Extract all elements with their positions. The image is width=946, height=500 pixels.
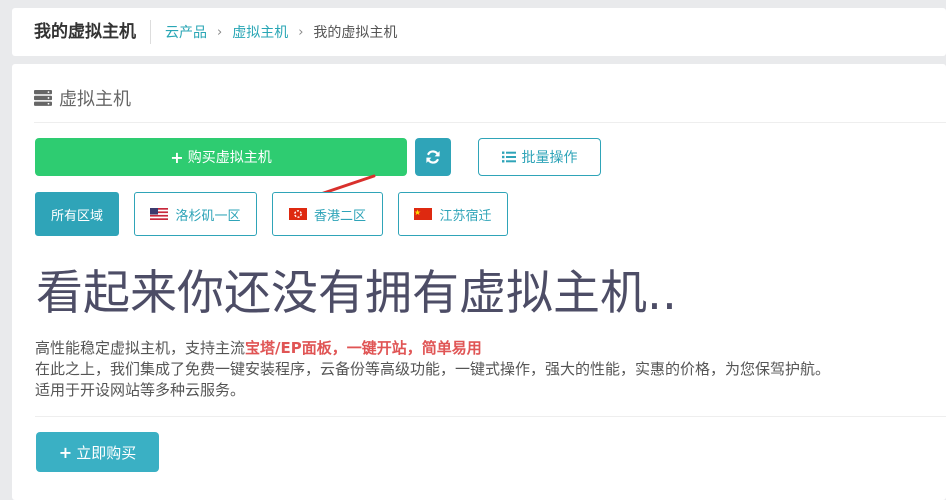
empty-state-description: 高性能稳定虚拟主机，支持主流宝塔/EP面板，一键开站，简单易用 在此之上，我们集… bbox=[35, 338, 940, 401]
page-title: 我的虚拟主机 bbox=[12, 20, 151, 44]
hk-flag-icon bbox=[288, 208, 307, 220]
batch-operation-button[interactable]: 批量操作 bbox=[478, 138, 601, 176]
description-line1: 高性能稳定虚拟主机，支持主流 bbox=[35, 339, 246, 357]
region-label: 所有区域 bbox=[50, 208, 103, 224]
description-line3: 适用于开设网站等多种云服务。 bbox=[35, 381, 246, 399]
buy-now-button[interactable]: + 立即购买 bbox=[36, 432, 159, 472]
cn-flag-icon bbox=[414, 208, 433, 220]
buy-now-label: 立即购买 bbox=[76, 443, 137, 462]
panel-title: 虚拟主机 bbox=[59, 89, 131, 110]
main-panel: 虚拟主机 + 购买虚拟主机 批量操作 所有区域 洛杉矶一区 香港二区 江苏宿迁 … bbox=[12, 64, 946, 500]
breadcrumb-current: 我的虚拟主机 bbox=[313, 25, 398, 41]
breadcrumb-separator: › bbox=[217, 24, 223, 40]
plus-icon: + bbox=[58, 442, 73, 462]
list-icon bbox=[501, 151, 516, 163]
us-flag-icon bbox=[150, 208, 169, 220]
region-filter-all[interactable]: 所有区域 bbox=[35, 192, 119, 236]
breadcrumb-separator: › bbox=[298, 24, 304, 40]
buy-button-label: 购买虚拟主机 bbox=[187, 150, 272, 166]
divider bbox=[34, 122, 946, 123]
description-highlight: 宝塔/EP面板，一键开站，简单易用 bbox=[245, 339, 482, 357]
region-label: 香港二区 bbox=[313, 208, 366, 224]
refresh-icon bbox=[426, 150, 440, 164]
region-label: 洛杉矶一区 bbox=[175, 208, 241, 224]
region-label: 江苏宿迁 bbox=[439, 208, 492, 224]
breadcrumb-cloud-products[interactable]: 云产品 bbox=[165, 22, 207, 42]
region-filter-jiangsu[interactable]: 江苏宿迁 bbox=[398, 192, 508, 236]
server-icon bbox=[34, 90, 52, 106]
breadcrumb: 云产品 › 虚拟主机 › 我的虚拟主机 bbox=[151, 22, 397, 42]
panel-header: 虚拟主机 bbox=[34, 84, 131, 112]
refresh-button[interactable] bbox=[415, 138, 451, 176]
empty-state-heading: 看起来你还没有拥有虚拟主机.. bbox=[36, 266, 677, 321]
divider bbox=[35, 416, 946, 417]
batch-button-label: 批量操作 bbox=[521, 150, 578, 166]
breadcrumb-virtual-host[interactable]: 虚拟主机 bbox=[232, 22, 288, 42]
description-line2: 在此之上，我们集成了免费一键安装程序，云备份等高级功能，一键式操作，强大的性能，… bbox=[35, 360, 831, 378]
top-bar: 我的虚拟主机 云产品 › 虚拟主机 › 我的虚拟主机 bbox=[12, 8, 946, 56]
region-filter-hongkong[interactable]: 香港二区 bbox=[272, 192, 383, 236]
plus-icon: + bbox=[170, 147, 184, 167]
buy-virtual-host-button[interactable]: + 购买虚拟主机 bbox=[35, 138, 407, 176]
region-filter-los-angeles[interactable]: 洛杉矶一区 bbox=[134, 192, 257, 236]
